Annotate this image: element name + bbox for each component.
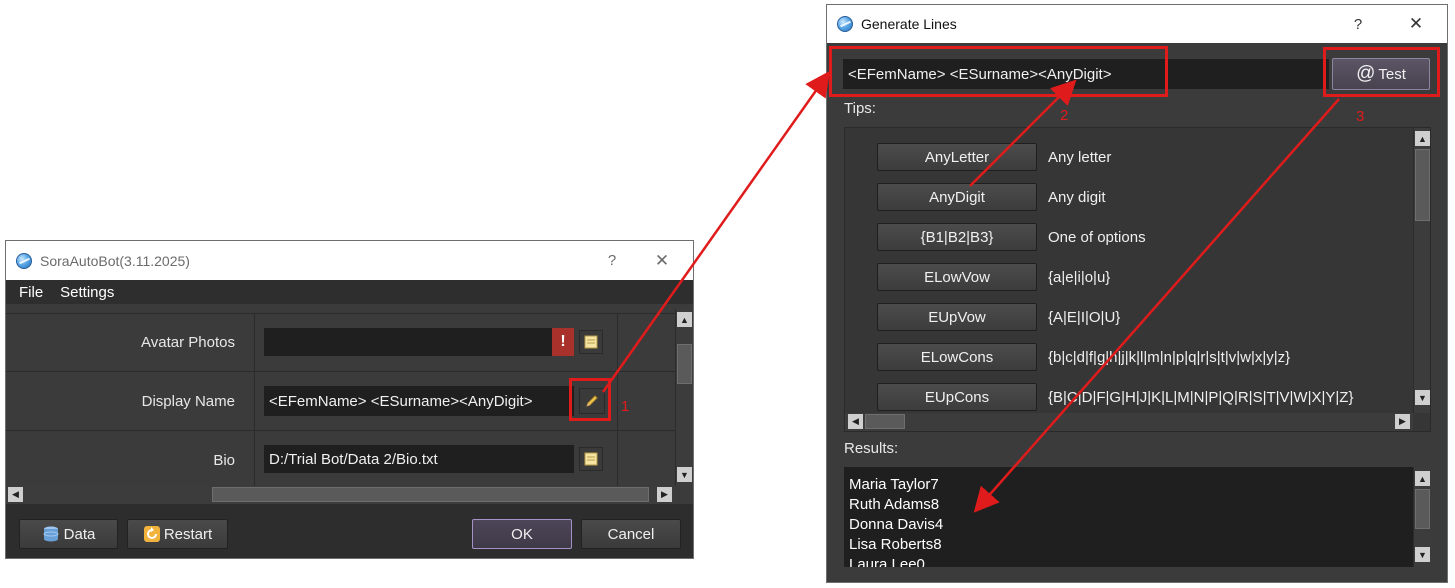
tip-anyletter-description: Any letter — [1048, 149, 1112, 166]
generate-window-title: Generate Lines — [861, 16, 957, 32]
app-icon — [16, 252, 32, 269]
result-line: Lisa Roberts8 — [849, 536, 942, 553]
column-divider — [617, 313, 618, 486]
scroll-up-arrow-icon[interactable]: ▲ — [677, 312, 692, 327]
display-name-field[interactable]: <EFemName> <ESurname><AnyDigit> — [264, 386, 574, 416]
database-icon — [43, 526, 59, 542]
tip-eupvow-description: {A|E|I|O|U} — [1048, 309, 1121, 326]
results-list: Maria Taylor7 Ruth Adams8 Donna Davis4 L… — [849, 475, 943, 567]
menu-bar: File Settings — [6, 280, 693, 304]
tips-label: Tips: — [844, 100, 876, 117]
annotation-box-pencil — [569, 378, 611, 421]
avatar-photos-label: Avatar Photos — [141, 334, 235, 351]
scroll-down-arrow-icon[interactable]: ▼ — [1415, 390, 1430, 405]
tip-options-button[interactable]: {B1|B2|B3} — [877, 223, 1037, 251]
main-titlebar: SoraAutoBot(3.11.2025) ? ✕ — [6, 241, 693, 280]
tip-elowvow-button[interactable]: ELowVow — [877, 263, 1037, 291]
warning-icon: ! — [552, 328, 574, 356]
annotation-box-pattern — [829, 46, 1168, 97]
scroll-left-arrow-icon[interactable]: ◀ — [8, 487, 23, 502]
close-button[interactable]: ✕ — [1393, 5, 1439, 43]
result-line: Maria Taylor7 — [849, 476, 939, 493]
row-divider — [6, 371, 675, 372]
row-divider — [6, 313, 675, 314]
scroll-thumb[interactable] — [1415, 489, 1430, 529]
results-panel[interactable]: Maria Taylor7 Ruth Adams8 Donna Davis4 L… — [844, 467, 1431, 567]
scroll-right-arrow-icon[interactable]: ▶ — [657, 487, 672, 502]
browse-file-icon[interactable] — [579, 447, 603, 471]
tip-eupcons-description: {B|C|D|F|G|H|J|K|L|M|N|P|Q|R|S|T|V|W|X|Y… — [1048, 389, 1354, 406]
h-scroll-thumb[interactable] — [865, 414, 905, 429]
scroll-up-arrow-icon[interactable]: ▲ — [1415, 131, 1430, 146]
annotation-marker-2: 2 — [1060, 107, 1069, 124]
tip-anydigit-button[interactable]: AnyDigit — [877, 183, 1037, 211]
tip-elowcons-description: {b|c|d|f|g|h|j|k|l|m|n|p|q|r|s|t|v|w|x|y… — [1048, 349, 1291, 366]
data-button-label: Data — [63, 525, 96, 543]
tips-panel: AnyLetter Any letter AnyDigit Any digit … — [844, 127, 1431, 432]
annotation-marker-3: 3 — [1356, 108, 1365, 125]
results-vertical-scrollbar[interactable]: ▲ ▼ — [1413, 467, 1431, 567]
form-horizontal-scrollbar[interactable]: ◀ ▶ — [6, 486, 675, 504]
form-vertical-scrollbar[interactable]: ▲ ▼ — [675, 309, 693, 486]
h-scroll-thumb[interactable] — [212, 487, 649, 502]
scroll-left-arrow-icon[interactable]: ◀ — [848, 414, 863, 429]
cancel-button[interactable]: Cancel — [581, 519, 681, 549]
tip-elowcons-button[interactable]: ELowCons — [877, 343, 1037, 371]
menu-settings[interactable]: Settings — [60, 284, 114, 301]
scroll-thumb[interactable] — [677, 344, 692, 384]
main-window-title: SoraAutoBot(3.11.2025) — [40, 252, 190, 269]
generate-titlebar: Generate Lines ? ✕ — [827, 5, 1447, 43]
avatar-photos-field[interactable] — [264, 328, 552, 356]
help-button[interactable]: ? — [589, 241, 635, 280]
tip-elowvow-description: {a|e|i|o|u} — [1048, 269, 1111, 286]
ok-button[interactable]: OK — [472, 519, 572, 549]
display-name-label: Display Name — [141, 393, 235, 410]
menu-file[interactable]: File — [19, 284, 43, 301]
tip-anyletter-button[interactable]: AnyLetter — [877, 143, 1037, 171]
result-line: Ruth Adams8 — [849, 496, 940, 513]
tip-eupcons-button[interactable]: EUpCons — [877, 383, 1037, 411]
row-divider — [6, 430, 675, 431]
scroll-up-arrow-icon[interactable]: ▲ — [1415, 471, 1430, 486]
annotation-box-test — [1323, 47, 1440, 97]
close-button[interactable]: ✕ — [639, 241, 685, 280]
browse-folder-icon[interactable] — [579, 330, 603, 354]
result-line: Laura Lee0 — [849, 556, 925, 567]
restart-button[interactable]: Restart — [127, 519, 228, 549]
bio-label: Bio — [213, 452, 235, 469]
tips-horizontal-scrollbar[interactable]: ◀ ▶ — [845, 413, 1413, 431]
bio-field[interactable]: D:/Trial Bot/Data 2/Bio.txt — [264, 445, 574, 473]
tip-anydigit-description: Any digit — [1048, 189, 1106, 206]
tip-eupvow-button[interactable]: EUpVow — [877, 303, 1037, 331]
scroll-down-arrow-icon[interactable]: ▼ — [677, 467, 692, 482]
scroll-thumb[interactable] — [1415, 149, 1430, 221]
annotation-marker-1: 1 — [621, 398, 630, 415]
result-line: Donna Davis4 — [849, 516, 944, 533]
app-icon — [837, 16, 853, 32]
restart-button-label: Restart — [163, 525, 213, 543]
help-button[interactable]: ? — [1335, 5, 1381, 43]
scroll-down-arrow-icon[interactable]: ▼ — [1415, 547, 1430, 562]
tip-options-description: One of options — [1048, 229, 1146, 246]
results-label: Results: — [844, 440, 899, 457]
restart-icon — [143, 526, 160, 542]
column-divider — [254, 313, 255, 486]
scroll-right-arrow-icon[interactable]: ▶ — [1395, 414, 1410, 429]
tips-vertical-scrollbar[interactable]: ▲ ▼ — [1413, 128, 1430, 413]
data-button[interactable]: Data — [19, 519, 118, 549]
